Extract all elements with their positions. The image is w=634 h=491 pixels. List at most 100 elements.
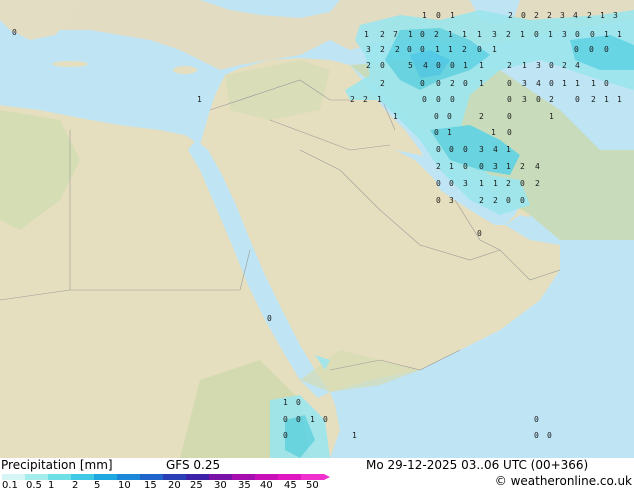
- precip-value-label: 7: [393, 30, 398, 39]
- precip-value-label: 2: [363, 95, 368, 104]
- precip-value-label: 1: [352, 431, 357, 440]
- scale-tick-label: 2: [72, 480, 79, 491]
- precip-value-label: 2: [395, 45, 400, 54]
- precip-value-label: 1: [491, 128, 496, 137]
- precip-value-label: 0: [590, 30, 595, 39]
- precip-value-label: 1: [506, 145, 511, 154]
- precip-value-label: 1: [479, 179, 484, 188]
- precip-value-label: 2: [450, 79, 455, 88]
- precip-value-label: 1: [575, 79, 580, 88]
- credit-text[interactable]: © weatheronline.co.uk: [495, 474, 632, 488]
- precip-value-label: 0: [507, 79, 512, 88]
- precip-value-label: 1: [549, 112, 554, 121]
- precip-value-label: 0: [436, 11, 441, 20]
- precip-value-label: 0: [506, 196, 511, 205]
- precip-value-label: 2: [350, 95, 355, 104]
- precip-value-label: 2: [380, 45, 385, 54]
- precip-value-label: 0: [436, 196, 441, 205]
- scale-tick-label: 25: [190, 480, 203, 491]
- precip-value-label: 0: [420, 79, 425, 88]
- precip-value-label: 4: [573, 11, 578, 20]
- precip-value-label: 1: [617, 95, 622, 104]
- precip-value-label: 0: [477, 229, 482, 238]
- precip-value-label: 0: [296, 415, 301, 424]
- precip-value-label: 0: [604, 79, 609, 88]
- precip-value-label: 0: [422, 95, 427, 104]
- precip-value-label: 2: [508, 11, 513, 20]
- precip-value-label: 0: [574, 45, 579, 54]
- precip-value-label: 1: [479, 79, 484, 88]
- scale-tick-label: 45: [284, 480, 297, 491]
- scale-tick-label: 15: [144, 480, 157, 491]
- precip-value-label: 0: [507, 112, 512, 121]
- precip-value-label: 4: [423, 61, 428, 70]
- precip-value-label: 1: [463, 61, 468, 70]
- precip-value-label: 1: [492, 45, 497, 54]
- scale-tick-label: 35: [238, 480, 251, 491]
- precip-value-label: 0: [434, 112, 439, 121]
- precip-value-label: 0: [436, 145, 441, 154]
- precip-value-label: 3: [493, 162, 498, 171]
- precip-value-label: 1: [393, 112, 398, 121]
- precip-value-label: 3: [366, 45, 371, 54]
- precip-value-label: 0: [449, 145, 454, 154]
- precip-value-label: 1: [197, 95, 202, 104]
- precip-value-label: 2: [434, 30, 439, 39]
- precip-value-label: 2: [547, 11, 552, 20]
- precip-value-label: 2: [507, 61, 512, 70]
- precip-value-label: 0: [450, 61, 455, 70]
- precip-value-label: 1: [377, 95, 382, 104]
- precip-value-label: 2: [587, 11, 592, 20]
- precip-value-label: 2: [380, 30, 385, 39]
- precip-value-label: 2: [591, 95, 596, 104]
- precip-value-label: 2: [534, 11, 539, 20]
- precip-value-label: 1: [447, 128, 452, 137]
- precip-value-label: 1: [520, 30, 525, 39]
- precip-value-label: 1: [522, 61, 527, 70]
- precip-value-label: 0: [507, 95, 512, 104]
- precip-value-label: 0: [434, 128, 439, 137]
- scale-tick-label: 1: [48, 480, 55, 491]
- model-name: GFS 0.25: [166, 458, 221, 472]
- precip-value-label: 0: [604, 45, 609, 54]
- precip-value-label: 3: [522, 79, 527, 88]
- precip-value-label: 0: [436, 61, 441, 70]
- precip-value-label: 0: [450, 95, 455, 104]
- precip-value-label: 0: [463, 79, 468, 88]
- precip-value-label: 0: [420, 30, 425, 39]
- precip-value-label: 0: [407, 45, 412, 54]
- scale-tick-label: 20: [168, 480, 181, 491]
- precip-value-label: 0: [534, 30, 539, 39]
- precip-value-label: 2: [562, 61, 567, 70]
- precip-value-label: 0: [267, 314, 272, 323]
- precip-value-label: 2: [380, 79, 385, 88]
- precip-value-label: 0: [520, 179, 525, 188]
- precip-value-label: 2: [479, 112, 484, 121]
- scale-tick-label: 40: [260, 480, 273, 491]
- precip-value-label: 1: [462, 30, 467, 39]
- precip-value-label: 0: [436, 179, 441, 188]
- precip-value-label: 1: [310, 415, 315, 424]
- crete: [52, 61, 88, 67]
- precip-value-label: 2: [493, 196, 498, 205]
- precip-value-label: 1: [604, 30, 609, 39]
- precip-value-label: 0: [436, 95, 441, 104]
- precip-value-label: 1: [591, 79, 596, 88]
- precip-value-label: 0: [463, 145, 468, 154]
- forecast-datetime: Mo 29-12-2025 03..06 UTC (00+366): [366, 458, 589, 472]
- precip-value-label: 0: [323, 415, 328, 424]
- precip-value-label: 0: [575, 30, 580, 39]
- precip-value-label: 1: [548, 30, 553, 39]
- precip-value-label: 3: [463, 179, 468, 188]
- precip-value-label: 0: [380, 61, 385, 70]
- credit-link[interactable]: © weatheronline.co.uk: [495, 474, 632, 488]
- scale-tick-label: 5: [94, 480, 101, 491]
- precip-value-label: 1: [448, 45, 453, 54]
- precip-value-label: 0: [534, 431, 539, 440]
- precip-value-label: 1: [283, 398, 288, 407]
- precip-value-label: 0: [463, 162, 468, 171]
- precip-value-label: 0: [479, 162, 484, 171]
- precip-value-label: 1: [479, 61, 484, 70]
- precip-value-label: 1: [435, 45, 440, 54]
- precip-value-label: 3: [562, 30, 567, 39]
